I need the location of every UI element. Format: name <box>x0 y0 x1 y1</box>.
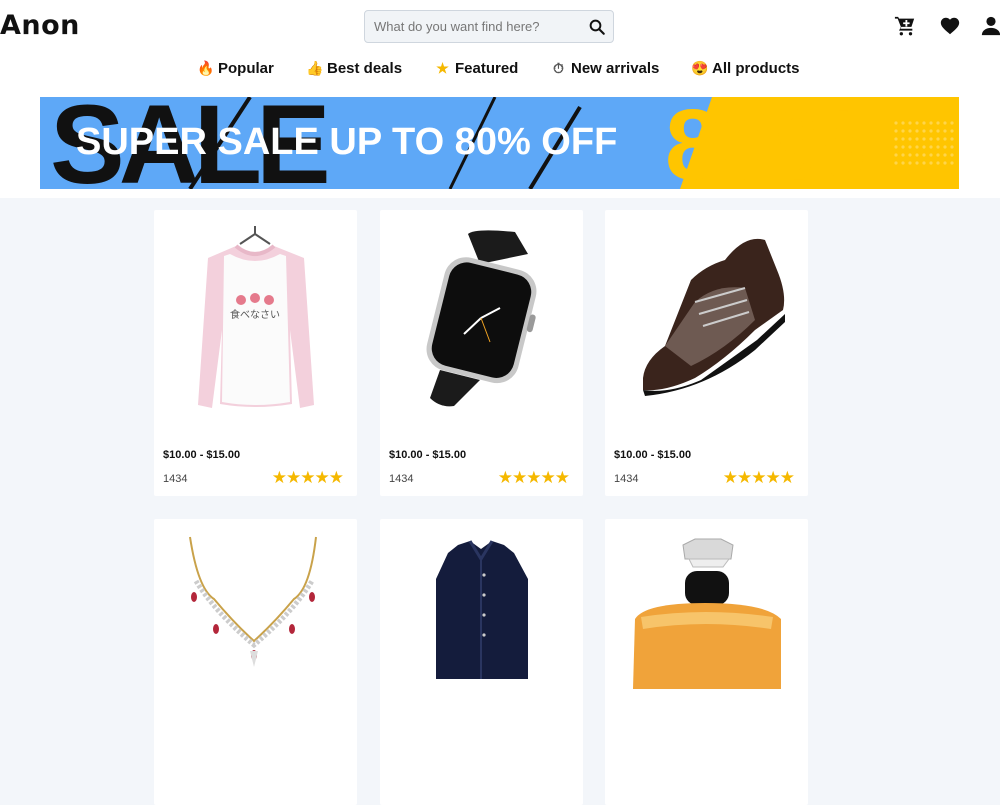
banner-headline: SUPER SALE UP TO 80% OFF <box>76 121 617 163</box>
nav-item-label: New arrivals <box>571 60 660 77</box>
star-icon: ★ <box>436 60 449 76</box>
nav-item-label: Best deals <box>327 60 403 77</box>
product-card[interactable]: $10.00 - $15.00 1434 ★★★★★ <box>380 210 583 496</box>
search-input[interactable] <box>365 11 583 42</box>
nav-item-all-products[interactable]: 😍 All products <box>691 60 800 77</box>
product-image-necklace <box>189 536 317 667</box>
product-image-sweatshirt: 食べなさい <box>198 226 314 408</box>
search-bar <box>364 10 614 43</box>
nav-item-new-arrivals[interactable]: ⏱ New arrivals <box>550 60 659 77</box>
nav-item-label: Popular <box>218 60 274 77</box>
cart-plus-icon[interactable] <box>894 15 916 37</box>
product-card[interactable] <box>380 519 583 805</box>
rating-stars: ★★★★★ <box>271 468 344 487</box>
product-card[interactable] <box>605 519 808 805</box>
fire-icon: 🔥 <box>197 60 215 76</box>
product-count: 1434 <box>389 473 414 485</box>
banner-big-percent: 80% <box>665 97 865 189</box>
sale-banner[interactable]: SALE 80% SUPER SALE UP TO 80% OFF <box>40 97 959 189</box>
product-image-shirt <box>436 540 528 679</box>
rating-stars: ★★★★★ <box>722 468 795 487</box>
nav-item-label: All products <box>712 60 800 77</box>
nav-item-popular[interactable]: 🔥 Popular <box>197 60 274 77</box>
heart-eyes-icon: 😍 <box>691 60 709 76</box>
product-image-watch <box>426 230 537 407</box>
product-card[interactable]: $10.00 - $15.00 1434 ★★★★★ <box>605 210 808 496</box>
product-card[interactable] <box>154 519 357 805</box>
product-count: 1434 <box>163 473 188 485</box>
thumbs-up-icon: 👍 <box>306 60 324 76</box>
product-image-perfume <box>633 538 781 689</box>
nav-item-featured[interactable]: ★ Featured <box>434 60 518 77</box>
product-count: 1434 <box>614 473 639 485</box>
product-card[interactable]: 食べなさい $10.00 - $15.00 1434 ★★★★★ <box>154 210 357 496</box>
logo[interactable]: Anon <box>0 10 80 41</box>
product-image-shoe <box>643 238 785 396</box>
product-price: $10.00 - $15.00 <box>163 449 241 461</box>
nav-item-best-deals[interactable]: 👍 Best deals <box>306 60 402 77</box>
product-price: $10.00 - $15.00 <box>389 449 467 461</box>
heart-icon[interactable] <box>939 15 961 37</box>
search-icon[interactable] <box>588 18 606 36</box>
product-price: $10.00 - $15.00 <box>614 449 692 461</box>
category-nav: 🔥 Popular 👍 Best deals ★ Featured ⏱ New … <box>0 60 1000 80</box>
user-icon[interactable] <box>980 15 1000 37</box>
nav-item-label: Featured <box>455 60 519 77</box>
stopwatch-icon: ⏱ <box>553 60 564 76</box>
rating-stars: ★★★★★ <box>497 468 570 487</box>
sale-banner-graphic: SALE 80% SUPER SALE UP TO 80% OFF <box>40 97 959 189</box>
sweatshirt-print: 食べなさい <box>230 308 280 321</box>
header: Anon 🔥 Popular 👍 Best deals <box>0 0 1000 198</box>
